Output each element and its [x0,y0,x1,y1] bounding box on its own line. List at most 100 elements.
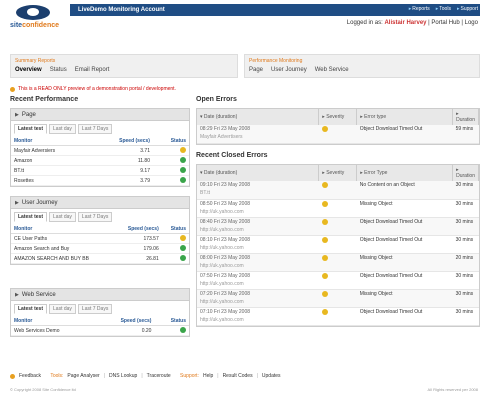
table-row[interactable]: AMAZON SEARCH AND BUY BB 26.81 [11,253,189,264]
ok-status-icon [180,167,186,174]
email-report-link[interactable]: Email Report [75,67,110,73]
table-row[interactable]: 08:10 Fri 23 May 2008 http://uk.yahoo.com… [197,235,479,254]
summary-reports-nav: Summary Reports Overview Status Email Re… [10,54,238,78]
table-row[interactable]: 08:50 Fri 23 May 2008 http://uk.yahoo.com… [197,199,479,218]
warning-severity-icon [321,254,328,261]
top-nav: ▸ Reports ▸ Tools ▸ Support [409,6,478,12]
support-label: Support: [180,373,199,379]
warning-severity-icon [321,126,328,132]
warning-status-icon [180,147,186,154]
ok-status-icon [180,327,186,334]
help-link[interactable]: Help [203,373,213,379]
nav-support[interactable]: ▸ Support [457,6,478,12]
footer: Feedback Tools: Page Analyser | DNS Looku… [10,373,480,379]
warning-severity-icon [321,272,328,279]
site-logo[interactable]: siteconfidence [10,5,66,33]
warning-status-icon [180,235,186,242]
feedback-link[interactable]: Feedback [19,373,41,379]
table-row[interactable]: 09:10 Fri 23 May 2008 BT.tt No Content on … [197,181,479,200]
table-row[interactable]: Amazon Search and Buy 179.06 [11,243,189,254]
column-header[interactable]: Status [152,137,189,146]
web-service-table: Monitor Speed (secs) Status Web Services D… [11,317,189,336]
user-journey-table: Monitor Speed (secs) Status CE User Paths 1… [11,225,189,264]
page-table: Monitor Speed (secs) Status Mayfair Advers… [11,137,189,186]
table-row[interactable]: 07:50 Fri 23 May 2008 http://uk.yahoo.com… [197,271,479,290]
open-errors-title: Open Errors [196,96,237,103]
user-journey-panel-header[interactable]: ▶ User Journey [11,197,189,209]
table-row[interactable]: Mayfair Adversiers 3.71 [11,145,189,156]
column-header[interactable]: ▸ Severity [318,109,358,125]
column-header[interactable]: ▸ Error type [356,109,454,125]
rights-notice: All Rights reserved per 2008 [427,387,478,392]
account-title: LiveDemo Monitoring Account [78,7,165,13]
login-status: Logged in as: Alistair Harvey | Portal H… [346,20,478,26]
arrow-icon: ▸ [435,6,439,12]
web-service-link[interactable]: Web Service [315,67,349,73]
table-row[interactable]: 07:20 Fri 23 May 2008 http://uk.yahoo.com… [197,289,479,308]
traceroute-link[interactable]: Traceroute [147,373,171,379]
table-row[interactable]: 08:29 Fri 23 May 2008 Mayfair Advertisers… [197,125,479,144]
column-header[interactable]: ▸ Duration [452,165,479,181]
tab-last-day[interactable]: Last day [49,304,76,314]
page-analyser-link[interactable]: Page Analyser [67,373,99,379]
table-row[interactable]: 07:10 Fri 23 May 2008 http://uk.yahoo.com… [197,307,479,326]
user-name-link[interactable]: Alistair Harvey [384,20,426,26]
column-header[interactable]: Speed (secs) [114,225,162,234]
column-header[interactable]: Monitor [11,317,95,326]
tab-latest-test[interactable]: Latest test [14,304,48,314]
performance-monitoring-label: Performance Monitoring [249,58,303,64]
table-row[interactable]: Web Services Demo 0.20 [11,325,189,336]
closed-errors-panel: ▾ Date (duration) ▸ Severity ▸ Error Typ… [196,164,480,327]
table-row[interactable]: Amazon 11.80 [11,155,189,166]
tab-last-7-days[interactable]: Last 7 Days [77,304,113,314]
warning-icon [10,86,15,92]
page-link[interactable]: Page [249,67,263,73]
result-codes-link[interactable]: Result Codes [223,373,253,379]
column-header[interactable]: Monitor [11,225,115,234]
dns-lookup-link[interactable]: DNS Lookup [109,373,137,379]
tab-last-7-days[interactable]: Last 7 Days [77,124,113,134]
table-row[interactable]: CE User Paths 173.57 [11,233,189,244]
collapse-triangle-icon: ▶ [15,199,19,206]
tab-latest-test[interactable]: Latest test [14,124,48,134]
tab-last-day[interactable]: Last day [49,212,76,222]
summary-reports-label: Summary Reports [15,58,56,64]
user-journey-link[interactable]: User Journey [271,67,307,73]
account-bar: LiveDemo Monitoring Account ▸ Reports ▸ To… [70,4,480,16]
table-row[interactable]: Rosettes 3.79 [11,175,189,186]
column-header[interactable]: Monitor [11,137,91,146]
column-header[interactable]: Status [154,317,189,326]
table-row[interactable]: 08:00 Fri 23 May 2008 http://uk.yahoo.com… [197,253,479,272]
page-panel-header[interactable]: ▶ Page [11,109,189,121]
tab-last-7-days[interactable]: Last 7 Days [77,212,113,222]
ok-status-icon [180,255,186,262]
column-header[interactable]: ▸ Error Type [356,165,454,181]
updates-link[interactable]: Updates [262,373,281,379]
recent-closed-errors-title: Recent Closed Errors [196,152,268,159]
nav-tools[interactable]: ▸ Tools [436,6,451,12]
table-row[interactable]: BT.tt 9.17 [11,165,189,176]
table-row[interactable]: 08:40 Fri 23 May 2008 http://uk.yahoo.com… [197,217,479,236]
tab-latest-test[interactable]: Latest test [14,212,48,222]
web-service-panel: ▶ Web Service Latest test Last day Last 7… [10,288,190,337]
tools-label: Tools: [50,373,64,379]
copyright: © Copyright 2008 Site Confidence ltd [10,387,76,392]
column-header[interactable]: Speed (secs) [94,317,155,326]
ok-status-icon [180,177,186,184]
overview-link[interactable]: Overview [15,67,42,73]
column-header[interactable]: ▸ Duration [452,109,479,125]
web-service-panel-header[interactable]: ▶ Web Service [11,289,189,301]
header: siteconfidence LiveDemo Monitoring Accou… [0,0,480,34]
nav-reports[interactable]: ▸ Reports [409,6,430,12]
tab-last-day[interactable]: Last day [49,124,76,134]
performance-monitoring-nav: Performance Monitoring Page User Journey… [244,54,480,78]
open-errors-table: ▾ Date (duration) ▸ Severity ▸ Error typ… [197,109,479,144]
column-header[interactable]: Speed (secs) [90,137,153,146]
column-header[interactable]: ▾ Date (duration) [197,165,320,181]
column-header[interactable]: Status [161,225,189,234]
column-header[interactable]: ▸ Severity [318,165,358,181]
open-errors-panel: ▾ Date (duration) ▸ Severity ▸ Error typ… [196,108,480,145]
arrow-icon: ▸ [408,6,412,12]
column-header[interactable]: ▾ Date (duration) [197,109,320,125]
status-link[interactable]: Status [50,67,67,73]
